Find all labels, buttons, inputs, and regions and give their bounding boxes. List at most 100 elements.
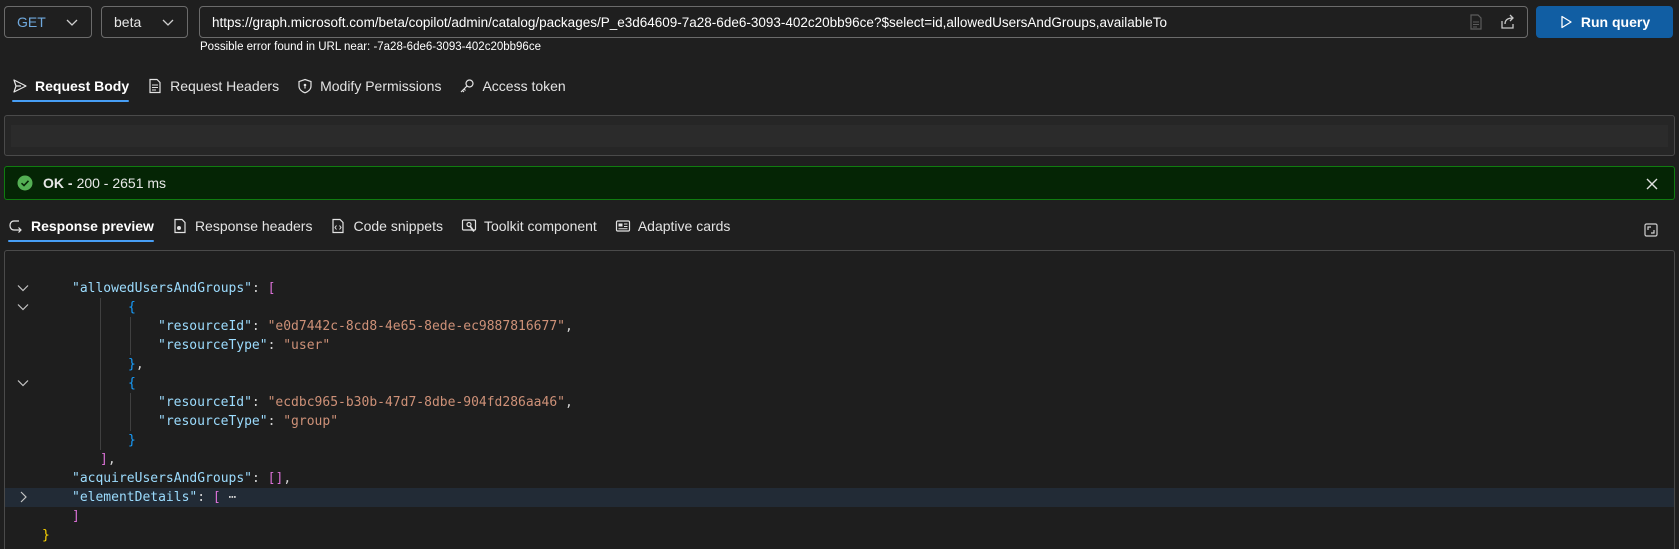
url-error-hint: Possible error found in URL near: -7a28-… [200, 41, 541, 53]
request-tabs: Request Body Request Headers Modify Perm… [12, 70, 566, 102]
api-version-dropdown[interactable]: beta [101, 6, 188, 38]
json-bracket: [ [212, 490, 221, 505]
tab-access-token[interactable]: Access token [459, 70, 566, 102]
document-person-icon [174, 218, 186, 234]
tab-label: Modify Permissions [320, 78, 442, 94]
chevron-down-icon[interactable] [17, 282, 29, 294]
url-input[interactable]: https://graph.microsoft.com/beta/copilot… [199, 6, 1528, 38]
json-line: ] [5, 507, 1674, 526]
query-bar: GET beta https://graph.microsoft.com/bet… [0, 0, 1679, 56]
tab-label: Request Headers [170, 78, 280, 94]
json-punct: : [251, 395, 268, 410]
json-bracket: } [128, 433, 136, 448]
json-line: "allowedUsersAndGroups": [ [5, 279, 1674, 298]
document-icon[interactable] [1467, 13, 1485, 31]
tab-response-preview[interactable]: Response preview [8, 210, 154, 242]
tab-label: Adaptive cards [637, 218, 731, 234]
arrow-return-icon [9, 220, 22, 233]
json-punct: , [135, 357, 144, 372]
key-icon [461, 79, 475, 93]
json-editor[interactable]: "allowedUsersAndGroups": [ { "resourceId":… [5, 279, 1674, 545]
json-bracket: ] [100, 452, 108, 467]
json-bracket: [ [267, 281, 276, 296]
status-detail: 200 - 2651 ms [76, 175, 167, 191]
chevron-down-icon [162, 19, 174, 26]
card-icon [615, 220, 630, 232]
share-icon[interactable] [1499, 13, 1517, 31]
chevron-right-icon[interactable] [17, 491, 29, 503]
http-method-value: GET [17, 14, 46, 30]
tab-adaptive-cards[interactable]: Adaptive cards [615, 210, 731, 242]
document-icon [149, 78, 161, 94]
tab-label: Request Body [35, 78, 130, 94]
tab-label: Toolkit component [483, 218, 597, 234]
status-bar: OK - 200 - 2651 ms [4, 166, 1675, 200]
run-query-button[interactable]: Run query [1536, 6, 1673, 38]
json-line: "resourceId": "e0d7442c-8cd8-4e65-8ede-e… [5, 317, 1674, 336]
indent-guide [130, 336, 131, 355]
json-line: ], [5, 450, 1674, 469]
json-line: "acquireUsersAndGroups": [], [5, 469, 1674, 488]
indent-guide [100, 393, 101, 412]
tab-label: Access token [482, 78, 566, 94]
tab-modify-permissions[interactable]: Modify Permissions [297, 70, 441, 102]
json-punct: : [252, 471, 268, 486]
json-punct: ⋯ [220, 490, 237, 505]
expand-icon[interactable] [1643, 222, 1659, 238]
json-line: "resourceId": "ecdbc965-b30b-47d7-8dbe-9… [5, 393, 1674, 412]
indent-guide [130, 412, 131, 431]
tab-label: Response preview [31, 218, 154, 234]
tab-label: Response headers [194, 218, 313, 234]
json-key: "allowedUsersAndGroups" [72, 281, 253, 296]
tab-toolkit-component[interactable]: Toolkit component [461, 210, 597, 242]
json-line: }, [5, 355, 1674, 374]
json-bracket: [] [267, 471, 284, 486]
response-preview-panel: "allowedUsersAndGroups": [ { "resourceId":… [4, 250, 1675, 549]
json-key: "acquireUsersAndGroups" [72, 471, 253, 486]
chevron-down-icon[interactable] [17, 377, 29, 389]
json-punct: , [283, 471, 292, 486]
json-line: "elementDetails": [ ⋯ [5, 488, 1674, 507]
indent-guide [130, 393, 131, 412]
request-body-line [11, 125, 1668, 147]
tab-request-headers[interactable]: Request Headers [147, 70, 279, 102]
play-icon [1561, 15, 1572, 29]
json-key: "elementDetails" [72, 490, 198, 505]
json-punct: : [251, 319, 268, 334]
json-bracket: } [128, 357, 136, 372]
json-punct: : [267, 414, 284, 429]
json-key: "resourceType" [158, 414, 268, 429]
request-body-editor[interactable] [4, 115, 1675, 156]
json-bracket: ] [72, 509, 80, 524]
indent-guide [100, 412, 101, 431]
code-document-icon [332, 218, 345, 234]
chevron-down-icon[interactable] [17, 301, 29, 313]
indent-guide [100, 336, 101, 355]
http-method-dropdown[interactable]: GET [4, 6, 92, 38]
shield-icon [298, 78, 312, 94]
json-value: "ecdbc965-b30b-47d7-8dbe-904fd286aa46" [267, 395, 565, 410]
indent-guide [100, 431, 101, 450]
json-line: { [5, 374, 1674, 393]
json-line: { [5, 298, 1674, 317]
run-query-label: Run query [1580, 14, 1651, 30]
tab-code-snippets[interactable]: Code snippets [330, 210, 443, 242]
json-line: "resourceType": "group" [5, 412, 1674, 431]
tab-request-body[interactable]: Request Body [12, 70, 130, 102]
json-punct: , [565, 319, 573, 334]
json-line: "resourceType": "user" [5, 336, 1674, 355]
json-punct: , [107, 452, 116, 467]
success-check-icon [17, 175, 33, 191]
close-icon[interactable] [1644, 176, 1660, 192]
indent-guide [100, 355, 101, 374]
chevron-down-icon [66, 19, 78, 26]
indent-guide [100, 298, 101, 317]
tab-response-headers[interactable]: Response headers [172, 210, 313, 242]
json-bracket: { [128, 376, 136, 391]
json-bracket: } [42, 528, 50, 543]
json-line: } [5, 526, 1674, 545]
indent-guide [100, 317, 101, 336]
tab-label: Code snippets [353, 218, 443, 234]
json-bracket: { [128, 300, 136, 315]
indent-guide [130, 317, 131, 336]
